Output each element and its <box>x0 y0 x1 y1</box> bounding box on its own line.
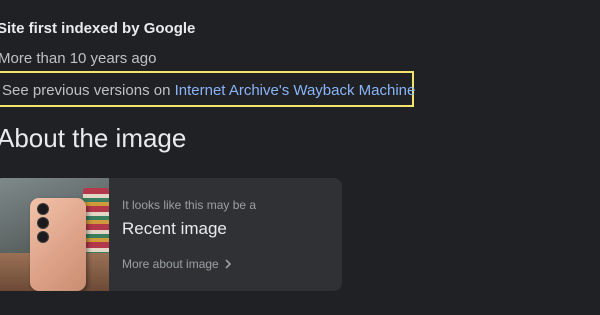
camera-lens <box>37 203 49 215</box>
card-kicker-text: It looks like this may be a <box>122 198 257 212</box>
more-about-image-label: More about image <box>122 257 219 271</box>
card-title: Recent image <box>122 219 227 238</box>
about-image-title: About the image <box>0 123 187 153</box>
page: Site first indexed by Google More than 1… <box>0 0 600 315</box>
site-indexed-age: More than 10 years ago <box>0 50 157 67</box>
site-indexed-heading: Site first indexed by Google <box>0 20 196 37</box>
image-thumbnail[interactable] <box>0 178 109 291</box>
previous-versions-row: See previous versions on Internet Archiv… <box>0 71 416 107</box>
recent-image-card[interactable]: It looks like this may be a Recent image… <box>0 178 342 291</box>
more-about-image-link[interactable]: More about image <box>122 257 233 271</box>
previous-versions-prefix: See previous versions on <box>2 82 175 99</box>
camera-lens <box>37 231 49 243</box>
camera-lens <box>37 217 49 229</box>
wayback-machine-link[interactable]: Internet Archive's Wayback Machine <box>175 82 416 99</box>
chevron-right-icon <box>225 259 231 269</box>
